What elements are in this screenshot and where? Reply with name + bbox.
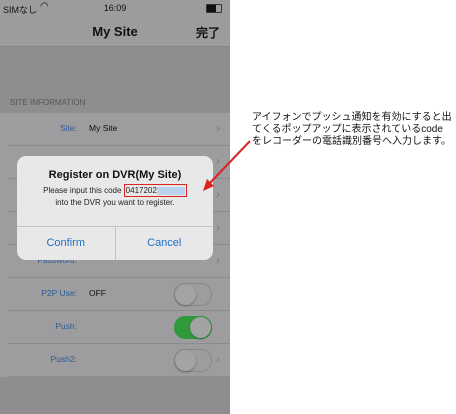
annotation-arrow <box>203 140 251 191</box>
annotation-text: アイフォンでプッシュ通知を有効にすると出てくるポップアップに表示されているcod… <box>252 112 452 147</box>
